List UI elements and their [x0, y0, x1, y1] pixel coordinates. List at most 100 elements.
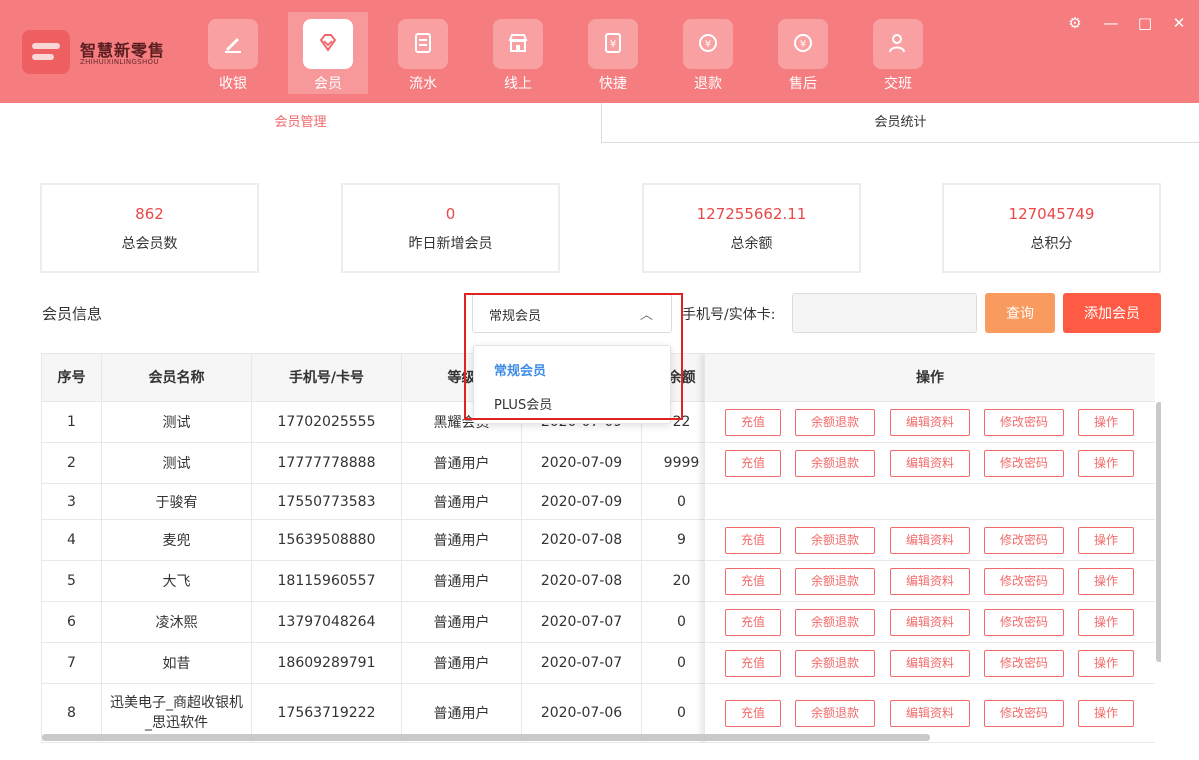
stat-new-members: 0 昨日新增会员 [341, 183, 560, 273]
edit-profile-button[interactable]: 编辑资料 [890, 527, 970, 554]
svg-text:¥: ¥ [610, 39, 616, 50]
nav-item-online[interactable]: 线上 [478, 12, 558, 94]
change-password-button[interactable]: 修改密码 [984, 450, 1064, 477]
horizontal-scrollbar[interactable] [42, 734, 930, 741]
cell-no: 3 [42, 484, 102, 519]
maximize-icon[interactable]: □ [1136, 14, 1154, 32]
change-password-button[interactable]: 修改密码 [984, 609, 1064, 636]
stat-label: 总余额 [730, 236, 773, 252]
balance-refund-button[interactable]: 余额退款 [795, 527, 875, 554]
edit-profile-button[interactable]: 编辑资料 [890, 700, 970, 727]
nav-label: 线上 [504, 76, 532, 92]
change-password-button[interactable]: 修改密码 [984, 700, 1064, 727]
document-icon [398, 19, 448, 69]
change-password-button[interactable]: 修改密码 [984, 568, 1064, 595]
nav-label: 流水 [409, 76, 437, 92]
stat-total-members: 862 总会员数 [40, 183, 259, 273]
balance-refund-button[interactable]: 余额退款 [795, 409, 875, 436]
pen-icon [208, 19, 258, 69]
tab-member-stats[interactable]: 会员统计 [602, 103, 1199, 143]
stat-total-balance: 127255662.11 总余额 [642, 183, 861, 273]
cell-name: 如昔 [102, 643, 252, 683]
recharge-button[interactable]: 充值 [725, 450, 781, 477]
recharge-button[interactable]: 充值 [725, 568, 781, 595]
svg-text:¥: ¥ [705, 39, 711, 50]
brand-subtitle: ZHIHUIXINLINGSHOU [80, 58, 159, 66]
edit-profile-button[interactable]: 编辑资料 [890, 409, 970, 436]
nav-label: 快捷 [599, 76, 627, 92]
stat-value: 127045749 [1008, 205, 1095, 223]
cell-level: 普通用户 [402, 484, 522, 519]
change-password-button[interactable]: 修改密码 [984, 650, 1064, 677]
cell-no: 2 [42, 443, 102, 483]
close-icon[interactable]: ✕ [1170, 14, 1188, 32]
balance-refund-button[interactable]: 余额退款 [795, 650, 875, 677]
section-label: 会员信息 [42, 305, 103, 323]
stat-total-points: 127045749 总积分 [942, 183, 1161, 273]
top-bar: 智慧新零售 ZHIHUIXINLINGSHOU 收银 会员 流水 线上 ¥ 快捷… [0, 0, 1199, 103]
add-member-button[interactable]: 添加会员 [1063, 293, 1161, 333]
vertical-scrollbar[interactable] [1156, 402, 1161, 662]
nav-item-after-sale[interactable]: ¥ 售后 [763, 12, 843, 94]
nav-item-flow[interactable]: 流水 [383, 12, 463, 94]
more-operation-button[interactable]: 操作 [1078, 609, 1134, 636]
more-operation-button[interactable]: 操作 [1078, 568, 1134, 595]
header-operation: 操作 [705, 353, 1155, 402]
cell-phone: 17550773583 [252, 484, 402, 519]
recharge-button[interactable]: 充值 [725, 409, 781, 436]
cell-no: 5 [42, 561, 102, 601]
cell-level: 普通用户 [402, 520, 522, 560]
change-password-button[interactable]: 修改密码 [984, 409, 1064, 436]
balance-refund-button[interactable]: 余额退款 [795, 700, 875, 727]
more-operation-button[interactable]: 操作 [1078, 650, 1134, 677]
minimize-icon[interactable]: — [1102, 14, 1120, 32]
operation-row: 充值 余额退款 编辑资料 修改密码 操作 [705, 643, 1155, 684]
edit-profile-button[interactable]: 编辑资料 [890, 609, 970, 636]
more-operation-button[interactable]: 操作 [1078, 409, 1134, 436]
nav-item-quick[interactable]: ¥ 快捷 [573, 12, 653, 94]
yen-service-icon: ¥ [778, 19, 828, 69]
yen-refund-icon: ¥ [683, 19, 733, 69]
cell-no: 6 [42, 602, 102, 642]
operation-row: 充值 余额退款 编辑资料 修改密码 操作 [705, 443, 1155, 484]
change-password-button[interactable]: 修改密码 [984, 527, 1064, 554]
nav-item-cashier[interactable]: 收银 [193, 12, 273, 94]
nav-item-refund[interactable]: ¥ 退款 [668, 12, 748, 94]
phone-input[interactable] [792, 293, 977, 333]
query-button[interactable]: 查询 [985, 293, 1055, 333]
recharge-button[interactable]: 充值 [725, 527, 781, 554]
cell-phone: 13797048264 [252, 602, 402, 642]
cell-date: 2020-07-09 [522, 443, 642, 483]
stat-value: 0 [445, 205, 456, 223]
more-operation-button[interactable]: 操作 [1078, 450, 1134, 477]
settings-icon[interactable]: ⚙ [1066, 14, 1084, 32]
balance-refund-button[interactable]: 余额退款 [795, 609, 875, 636]
nav-label: 退款 [694, 76, 722, 92]
operation-row: 充值 余额退款 编辑资料 修改密码 操作 [705, 561, 1155, 602]
recharge-button[interactable]: 充值 [725, 650, 781, 677]
recharge-button[interactable]: 充值 [725, 609, 781, 636]
operation-panel: 操作 充值 余额退款 编辑资料 修改密码 操作 充值 余额退款 编辑资料 修改密… [704, 353, 1161, 743]
nav-item-shift[interactable]: 交班 [858, 12, 938, 94]
more-operation-button[interactable]: 操作 [1078, 527, 1134, 554]
balance-refund-button[interactable]: 余额退款 [795, 568, 875, 595]
cell-name: 凌沐熙 [102, 602, 252, 642]
edit-profile-button[interactable]: 编辑资料 [890, 450, 970, 477]
cell-date: 2020-07-08 [522, 520, 642, 560]
cell-name: 测试 [102, 402, 252, 442]
header-name: 会员名称 [102, 354, 252, 402]
cell-date: 2020-07-09 [522, 484, 642, 519]
phone-label: 手机号/实体卡: [682, 307, 776, 323]
edit-profile-button[interactable]: 编辑资料 [890, 650, 970, 677]
stat-label: 昨日新增会员 [408, 236, 493, 252]
tab-member-manage[interactable]: 会员管理 [0, 103, 602, 143]
stat-value: 862 [135, 205, 164, 223]
yen-receipt-icon: ¥ [588, 19, 638, 69]
recharge-button[interactable]: 充值 [725, 700, 781, 727]
edit-profile-button[interactable]: 编辑资料 [890, 568, 970, 595]
balance-refund-button[interactable]: 余额退款 [795, 450, 875, 477]
nav-item-member[interactable]: 会员 [288, 12, 368, 94]
nav-label: 售后 [789, 76, 817, 92]
more-operation-button[interactable]: 操作 [1078, 700, 1134, 727]
nav-label: 收银 [219, 76, 247, 92]
